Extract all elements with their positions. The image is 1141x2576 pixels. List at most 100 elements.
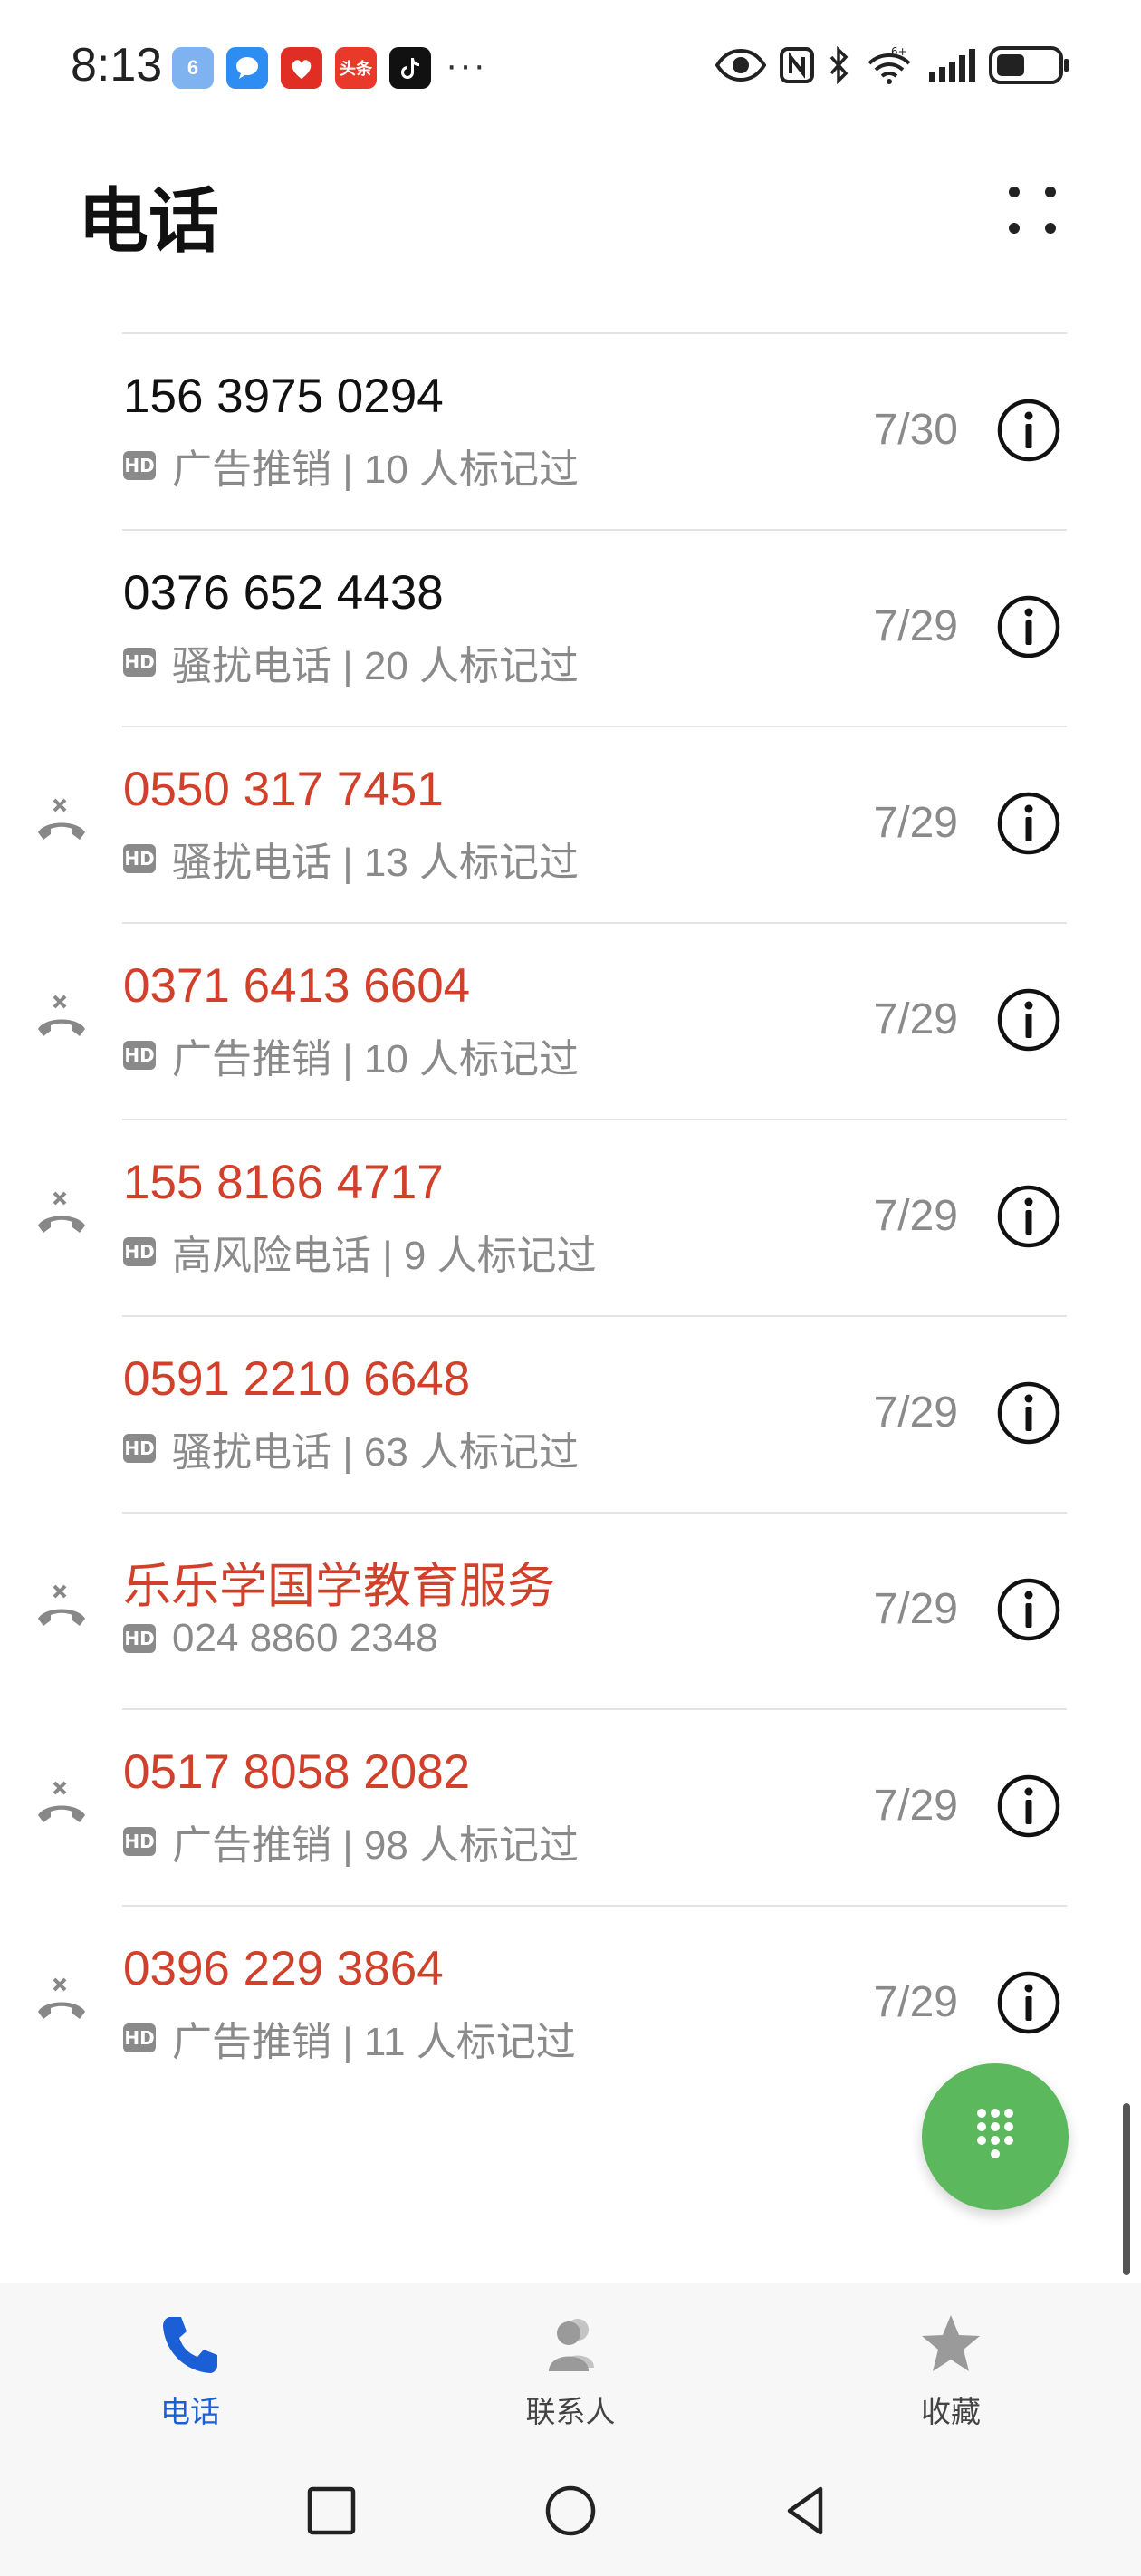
caller-name: 156 3975 0294 — [123, 370, 444, 423]
call-date: 7/30 — [873, 406, 958, 454]
call-date: 7/29 — [873, 602, 958, 650]
battery-icon — [989, 46, 1069, 84]
call-date: 7/29 — [873, 1782, 958, 1830]
eye-icon — [715, 49, 766, 82]
call-log-row[interactable]: 0550 317 7451 HD 骚扰电话 | 13 人标记过 7/29 — [0, 726, 1141, 922]
caller-name: 乐乐学国学教育服务 — [123, 1560, 555, 1613]
info-icon[interactable] — [996, 594, 1061, 659]
caller-tag-text: 广告推销 | 10 人标记过 — [172, 1037, 580, 1081]
row-divider — [122, 529, 1067, 531]
caller-name: 0396 229 3864 — [123, 1942, 444, 1995]
call-log-row[interactable]: 0517 8058 2082 HD 广告推销 | 98 人标记过 7/29 — [0, 1708, 1141, 1905]
caller-tag-text: 广告推销 | 11 人标记过 — [172, 2020, 576, 2064]
missed-call-icon — [38, 1781, 85, 1822]
home-icon[interactable] — [542, 2482, 599, 2540]
info-icon[interactable] — [996, 1970, 1061, 2035]
weather-app-icon: 6 — [172, 47, 214, 89]
message-app-icon — [226, 47, 268, 89]
info-icon[interactable] — [996, 791, 1061, 856]
call-date: 7/29 — [873, 995, 958, 1043]
nfc-icon — [780, 47, 814, 83]
row-divider — [122, 1119, 1067, 1120]
caller-name: 0550 317 7451 — [123, 763, 444, 816]
caller-tag-text: 广告推销 | 10 人标记过 — [172, 447, 580, 492]
call-log-row[interactable]: 155 8166 4717 HD 高风险电话 | 9 人标记过 7/29 — [0, 1119, 1141, 1315]
hd-badge: HD — [123, 1624, 156, 1653]
info-icon[interactable] — [996, 1184, 1061, 1249]
hd-badge: HD — [123, 844, 156, 873]
status-icons: 6+ — [715, 45, 1070, 85]
toutiao-app-icon: 头条 — [335, 47, 377, 89]
call-log-row[interactable]: 0376 652 4438 HD 骚扰电话 | 20 人标记过 7/29 — [0, 529, 1141, 726]
call-log-list: 156 3975 0294 HD 广告推销 | 10 人标记过 7/30 037… — [0, 332, 1141, 2101]
tab-favorites[interactable]: 收藏 — [851, 2312, 1050, 2429]
row-divider — [122, 922, 1067, 924]
caller-tag-text: 广告推销 | 98 人标记过 — [172, 1823, 580, 1868]
row-divider — [122, 1708, 1067, 1710]
row-divider — [122, 1315, 1067, 1317]
call-log-row[interactable]: 156 3975 0294 HD 广告推销 | 10 人标记过 7/30 — [0, 332, 1141, 529]
caller-tag-text: 骚扰电话 | 20 人标记过 — [172, 644, 580, 688]
row-divider — [122, 1905, 1067, 1907]
hd-badge: HD — [123, 1041, 156, 1070]
hd-badge: HD — [123, 1827, 156, 1856]
scrollbar[interactable] — [1123, 2103, 1130, 2275]
caller-tag: HD 骚扰电话 | 13 人标记过 — [123, 830, 579, 888]
call-log-row[interactable]: 0591 2210 6648 HD 骚扰电话 | 63 人标记过 7/29 — [0, 1315, 1141, 1512]
hd-badge: HD — [123, 648, 156, 677]
caller-tag: HD 024 8860 2348 — [123, 1616, 438, 1661]
wifi-icon: 6+ — [868, 45, 911, 84]
back-icon[interactable] — [779, 2482, 837, 2540]
caller-name: 0591 2210 6648 — [123, 1352, 471, 1406]
info-icon[interactable] — [996, 1577, 1061, 1642]
more-notifications-indicator: ··· — [446, 45, 487, 85]
row-divider — [122, 1512, 1067, 1514]
caller-name: 0376 652 4438 — [123, 566, 444, 620]
hd-badge: HD — [123, 451, 156, 480]
tab-contacts-label: 联系人 — [525, 2395, 616, 2428]
call-log-row[interactable]: 0371 6413 6604 HD 广告推销 | 10 人标记过 7/29 — [0, 922, 1141, 1119]
tab-favorites-label: 收藏 — [921, 2395, 981, 2428]
tab-contacts[interactable]: 联系人 — [471, 2312, 670, 2429]
caller-tag: HD 广告推销 | 10 人标记过 — [123, 437, 579, 495]
recent-apps-icon[interactable] — [302, 2482, 360, 2540]
call-date: 7/29 — [873, 1192, 958, 1240]
contacts-icon — [549, 2319, 594, 2371]
missed-call-icon — [38, 1584, 85, 1626]
call-date: 7/29 — [873, 1585, 958, 1633]
call-date: 7/29 — [873, 799, 958, 847]
missed-call-icon — [38, 995, 85, 1036]
caller-name: 0371 6413 6604 — [123, 959, 471, 1013]
hd-badge: HD — [123, 1237, 156, 1266]
tab-phone-label: 电话 — [160, 2395, 220, 2428]
call-log-row[interactable]: 乐乐学国学教育服务 HD 024 8860 2348 7/29 — [0, 1512, 1141, 1708]
info-icon[interactable] — [996, 1380, 1061, 1446]
missed-call-icon — [38, 1977, 85, 2019]
row-divider — [122, 332, 1067, 334]
signal-icon — [929, 49, 975, 82]
info-icon[interactable] — [996, 1773, 1061, 1839]
missed-call-icon — [38, 798, 85, 840]
dialpad-button[interactable] — [922, 2063, 1069, 2210]
phone-icon — [163, 2317, 217, 2373]
more-options-icon[interactable] — [996, 178, 1069, 243]
caller-tag: HD 广告推销 | 11 人标记过 — [123, 2009, 576, 2067]
tab-phone[interactable]: 电话 — [91, 2312, 290, 2429]
call-date: 7/29 — [873, 1978, 958, 2026]
info-icon[interactable] — [996, 398, 1061, 463]
caller-tag: HD 骚扰电话 | 20 人标记过 — [123, 633, 579, 691]
status-bar: 8:13 6 头条 ··· 6+ — [0, 0, 1141, 136]
call-date: 7/29 — [873, 1389, 958, 1437]
caller-tag-text: 骚扰电话 | 13 人标记过 — [172, 841, 580, 885]
caller-tag-text: 024 8860 2348 — [172, 1616, 438, 1660]
missed-call-icon — [38, 1191, 85, 1233]
hd-badge: HD — [123, 2023, 156, 2052]
hd-badge: HD — [123, 1434, 156, 1463]
status-time: 8:13 — [71, 39, 163, 91]
caller-tag: HD 广告推销 | 98 人标记过 — [123, 1812, 579, 1870]
info-icon[interactable] — [996, 987, 1061, 1053]
star-icon — [922, 2315, 980, 2371]
caller-name: 155 8166 4717 — [123, 1156, 444, 1209]
tiktok-app-icon — [389, 47, 431, 89]
svg-text:6+: 6+ — [891, 45, 907, 58]
